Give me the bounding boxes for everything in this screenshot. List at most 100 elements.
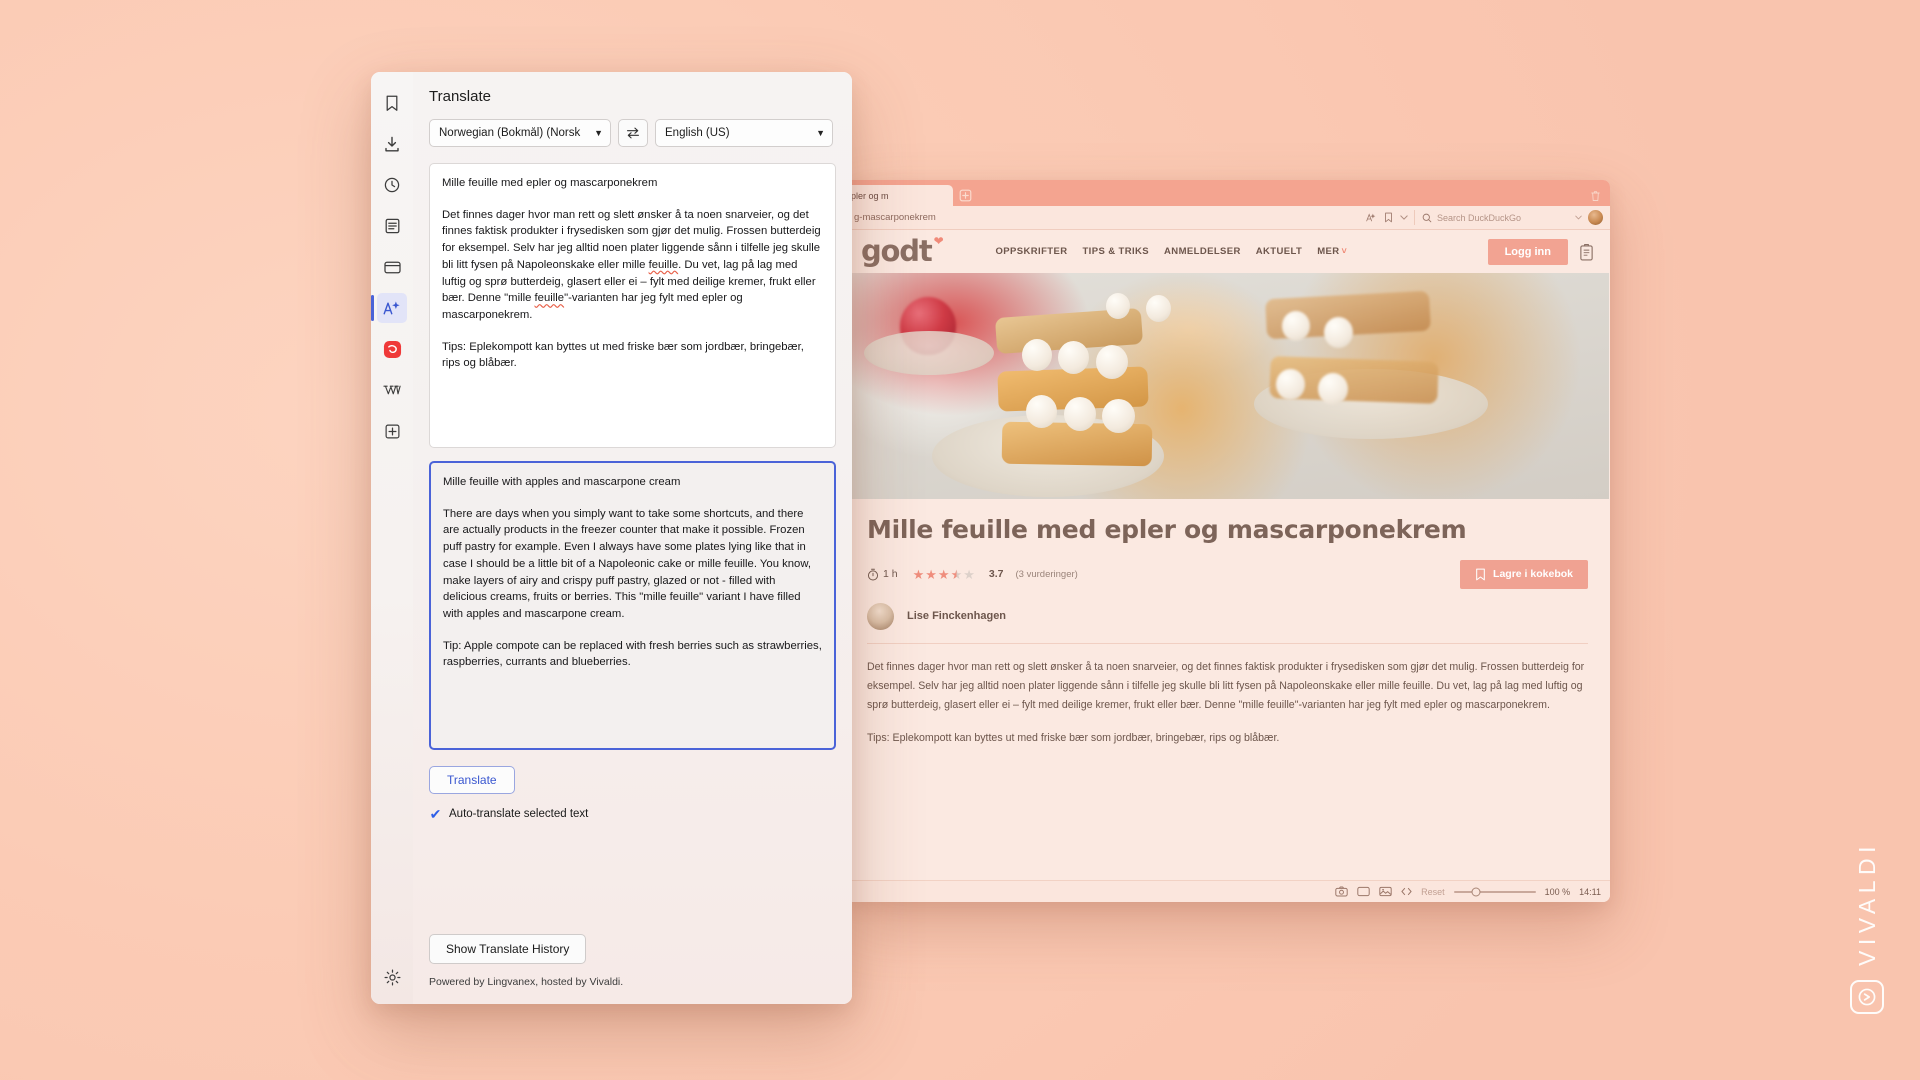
author-avatar (867, 602, 894, 630)
bookmarks-icon[interactable] (377, 88, 407, 118)
auto-translate-row[interactable]: ✔ Auto-translate selected text (429, 807, 836, 821)
nav-item-aktuelt[interactable]: AKTUELT (1256, 246, 1302, 257)
window-panel-icon[interactable] (377, 252, 407, 282)
cook-time: 1 h (867, 568, 898, 581)
show-translate-history-button[interactable]: Show Translate History (429, 934, 587, 964)
site-header-actions: Logg inn (1487, 238, 1594, 265)
site-header: godt ❤ OPPSKRIFTER TIPS & TRIKS ANMELDEL… (845, 230, 1610, 273)
language-selector-row: Norwegian (Bokmål) (Norsk ▼ English (US)… (429, 119, 836, 147)
site-navigation: OPPSKRIFTER TIPS & TRIKS ANMELDELSER AKT… (996, 246, 1348, 257)
bookmark-icon[interactable] (1384, 212, 1393, 223)
heart-icon: ❤ (933, 234, 944, 248)
panel-title: Translate (429, 88, 491, 105)
swap-languages-button[interactable] (618, 119, 648, 147)
translated-paragraph-1: There are days when you simply want to t… (443, 507, 811, 621)
star-half: ★ (950, 566, 963, 582)
history-icon[interactable] (377, 170, 407, 200)
tiling-icon[interactable] (1357, 886, 1370, 897)
source-paragraph-2: Tips: Eplekompott kan byttes ut med fris… (442, 340, 804, 370)
rating-value: 3.7 (988, 568, 1004, 580)
misspelled-word: feuille (648, 258, 679, 271)
zoom-reset-button[interactable]: Reset (1421, 887, 1445, 897)
recipe-author[interactable]: Lise Finckenhagen (867, 602, 1588, 644)
vivaldi-logo-icon[interactable] (377, 334, 407, 364)
nav-item-mer[interactable]: MER ˅ (1317, 246, 1347, 257)
chevron-down-icon: ▼ (816, 128, 825, 138)
nav-item-oppskrifter[interactable]: OPPSKRIFTER (996, 246, 1068, 257)
timer-icon (867, 568, 879, 581)
translate-icon[interactable] (371, 293, 407, 323)
save-to-cookbook-button[interactable]: Lagre i kokebok (1460, 559, 1588, 589)
translate-panel: Translate Norwegian (Bokmål) (Norsk ▼ En… (371, 72, 852, 1004)
search-input[interactable]: Search DuckDuckGo (1414, 210, 1582, 225)
developer-tools-icon[interactable] (1401, 887, 1412, 896)
panel-icon-rail (371, 72, 413, 1004)
auto-translate-label: Auto-translate selected text (449, 807, 589, 820)
clock-label: 14:11 (1579, 886, 1601, 897)
star-filled: ★ (925, 566, 937, 582)
star-empty: ★ (963, 566, 975, 582)
tab-title: pler og m (851, 190, 889, 201)
recipe-body: Mille feuille med epler og mascarponekre… (845, 499, 1610, 749)
browser-tab-bar: pler og m (845, 180, 1610, 206)
cook-time-label: 1 h (883, 568, 898, 580)
downloads-icon[interactable] (377, 129, 407, 159)
plus-icon[interactable] (958, 188, 973, 203)
site-logo[interactable]: godt ❤ (861, 234, 944, 268)
source-language-select[interactable]: Norwegian (Bokmål) (Norsk ▼ (429, 119, 611, 147)
source-language-label: Norwegian (Bokmål) (Norsk (439, 127, 581, 139)
nav-item-tips-triks[interactable]: TIPS & TRIKS (1082, 246, 1149, 257)
source-textarea[interactable]: Mille feuille med epler og mascarponekre… (429, 163, 836, 448)
misspelled-word: feuille (534, 292, 565, 305)
translate-panel-body: Translate Norwegian (Bokmål) (Norsk ▼ En… (413, 72, 852, 1004)
site-logo-text: godt (861, 234, 933, 268)
save-to-cookbook-label: Lagre i kokebok (1493, 568, 1573, 580)
recipe-hero-image (846, 273, 1609, 499)
trash-icon[interactable] (1590, 190, 1601, 202)
notes-icon[interactable] (377, 211, 407, 241)
rating-count: (3 vurderinger) (1015, 568, 1078, 580)
browser-window: pler og m g-mascarponekrem Search DuckDu… (845, 180, 1610, 902)
powered-by-label: Powered by Lingvanex, hosted by Vivaldi. (429, 976, 624, 988)
url-text[interactable]: g-mascarponekrem (852, 212, 1360, 223)
target-language-select[interactable]: English (US) ▼ (655, 119, 833, 147)
source-paragraph-1: Det finnes dager hvor man rett og slett … (442, 207, 823, 324)
author-name: Lise Finckenhagen (907, 610, 1007, 622)
recipe-meta-row: 1 h ★ ★ ★ ★ ★ 3.7 (3 vurderinger) Lagre … (867, 559, 1588, 589)
wikipedia-icon[interactable] (377, 375, 407, 405)
search-placeholder: Search DuckDuckGo (1437, 212, 1522, 223)
recipe-title: Mille feuille med epler og mascarponekre… (867, 515, 1467, 544)
source-heading: Mille feuille med epler og mascarponekre… (442, 177, 658, 189)
add-panel-icon[interactable] (377, 416, 407, 446)
translate-button[interactable]: Translate (429, 766, 515, 794)
address-bar-icons (1366, 212, 1408, 223)
chevron-down-icon: ˅ (1341, 246, 1348, 256)
image-toggle-icon[interactable] (1379, 886, 1392, 897)
panel-footer: Show Translate History Powered by Lingva… (429, 934, 836, 1004)
cookbook-icon[interactable] (1579, 243, 1594, 261)
duckduckgo-icon (1422, 213, 1432, 223)
translate-icon[interactable] (1366, 212, 1377, 223)
recipe-paragraph-2: Tips: Eplekompott kan byttes ut med fris… (867, 732, 1280, 745)
zoom-level-label: 100 % (1544, 886, 1571, 897)
chevron-down-icon[interactable] (1400, 215, 1408, 220)
translated-paragraph-2: Tip: Apple compote can be replaced with … (443, 639, 822, 669)
watermark-text: VIVALDI (1853, 841, 1880, 966)
translated-textarea[interactable]: Mille feuille with apples and mascarpone… (429, 461, 836, 750)
profile-avatar[interactable] (1588, 210, 1603, 225)
chevron-down-icon: ▼ (594, 128, 603, 138)
rating-stars[interactable]: ★ ★ ★ ★ ★ (913, 568, 975, 581)
capture-icon[interactable] (1335, 886, 1348, 897)
gear-icon[interactable] (379, 964, 405, 990)
chevron-down-icon[interactable] (1575, 215, 1582, 220)
nav-item-mer-label: MER (1317, 246, 1340, 257)
auto-translate-checkbox[interactable]: ✔ (429, 807, 442, 821)
nav-item-anmeldelser[interactable]: ANMELDELSER (1164, 246, 1241, 257)
target-language-label: English (US) (665, 127, 730, 139)
zoom-slider[interactable] (1453, 887, 1536, 896)
browser-tab[interactable]: pler og m (845, 185, 953, 206)
translated-heading: Mille feuille with apples and mascarpone… (443, 476, 681, 488)
login-button[interactable]: Logg inn (1487, 238, 1568, 265)
browser-address-bar[interactable]: g-mascarponekrem Search DuckDuckGo (845, 206, 1610, 230)
zoom-slider-knob[interactable] (1471, 887, 1481, 896)
